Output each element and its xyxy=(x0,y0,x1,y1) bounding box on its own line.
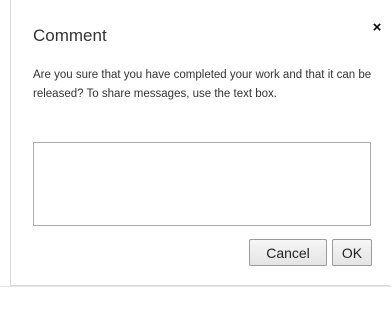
comment-textarea[interactable] xyxy=(33,142,371,226)
dialog-title: Comment xyxy=(33,26,107,45)
dialog-message: Are you sure that you have completed you… xyxy=(33,69,372,100)
comment-dialog: Comment × Are you sure that you have com… xyxy=(10,0,390,286)
close-icon[interactable]: × xyxy=(369,20,385,36)
cancel-button[interactable]: Cancel xyxy=(249,239,327,266)
ok-button[interactable]: OK xyxy=(332,239,372,266)
divider xyxy=(0,286,392,287)
page: Comment × Are you sure that you have com… xyxy=(0,0,392,310)
